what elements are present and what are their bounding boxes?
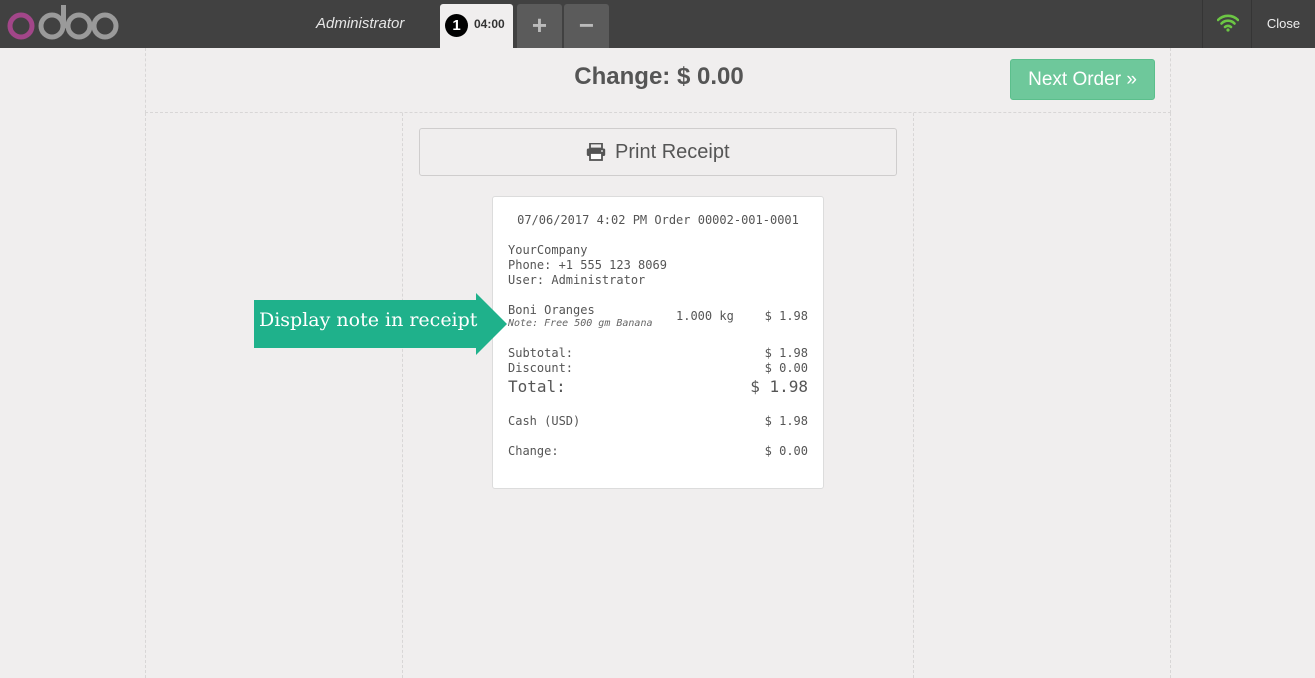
next-order-label: Next Order	[1028, 69, 1122, 90]
wifi-icon	[1217, 14, 1239, 32]
order-time: 04:00	[474, 17, 505, 31]
receipt-total-value: $ 1.98	[750, 377, 808, 396]
receipt-product-note: Note: Free 500 gm Banana	[508, 318, 653, 329]
receipt-payment-label: Cash (USD)	[508, 414, 581, 428]
username: Administrator	[316, 15, 405, 32]
print-receipt-label: Print Receipt	[615, 141, 730, 163]
receipt-company: YourCompany	[508, 243, 588, 257]
add-order-button[interactable]: +	[517, 4, 562, 48]
receipt-product-qty: 1.000 kg	[676, 309, 734, 323]
top-bar: Administrator 1 04:00 + − Close	[0, 0, 1315, 48]
receipt-discount-label: Discount:	[508, 361, 574, 375]
double-chevron-right-icon: »	[1126, 69, 1137, 90]
receipt-product-price: $ 1.98	[764, 309, 808, 323]
divider	[913, 113, 914, 678]
callout-text: Display note in receipt	[259, 309, 478, 331]
divider	[145, 113, 146, 678]
receipt-subtotal-label: Subtotal:	[508, 346, 574, 360]
order-tab[interactable]: 1 04:00	[440, 4, 513, 48]
divider	[402, 113, 403, 678]
divider	[1170, 113, 1171, 678]
receipt-phone: Phone: +1 555 123 8069	[508, 258, 667, 272]
receipt-subtotal-value: $ 1.98	[764, 346, 808, 360]
receipt: 07/06/2017 4:02 PM Order 00002-001-0001 …	[492, 196, 824, 489]
close-button[interactable]: Close	[1252, 0, 1315, 48]
receipt-header: 07/06/2017 4:02 PM Order 00002-001-0001	[517, 213, 799, 227]
printer-icon	[587, 142, 606, 161]
order-number-badge: 1	[445, 14, 468, 37]
receipt-change-label: Change:	[508, 444, 559, 458]
receipt-discount-value: $ 0.00	[764, 361, 808, 375]
odoo-logo	[4, 4, 124, 42]
receipt-product-name: Boni Oranges	[508, 303, 595, 317]
connection-status[interactable]	[1202, 0, 1252, 48]
remove-order-button[interactable]: −	[564, 4, 609, 48]
change-panel: Change: $ 0.00 Next Order »	[145, 48, 1171, 113]
receipt-payment-value: $ 1.98	[764, 414, 808, 428]
receipt-change-value: $ 0.00	[764, 444, 808, 458]
print-receipt-button[interactable]: Print Receipt	[419, 128, 897, 176]
next-order-button[interactable]: Next Order »	[1010, 59, 1155, 100]
receipt-total-label: Total:	[508, 377, 566, 396]
receipt-user: User: Administrator	[508, 273, 646, 287]
